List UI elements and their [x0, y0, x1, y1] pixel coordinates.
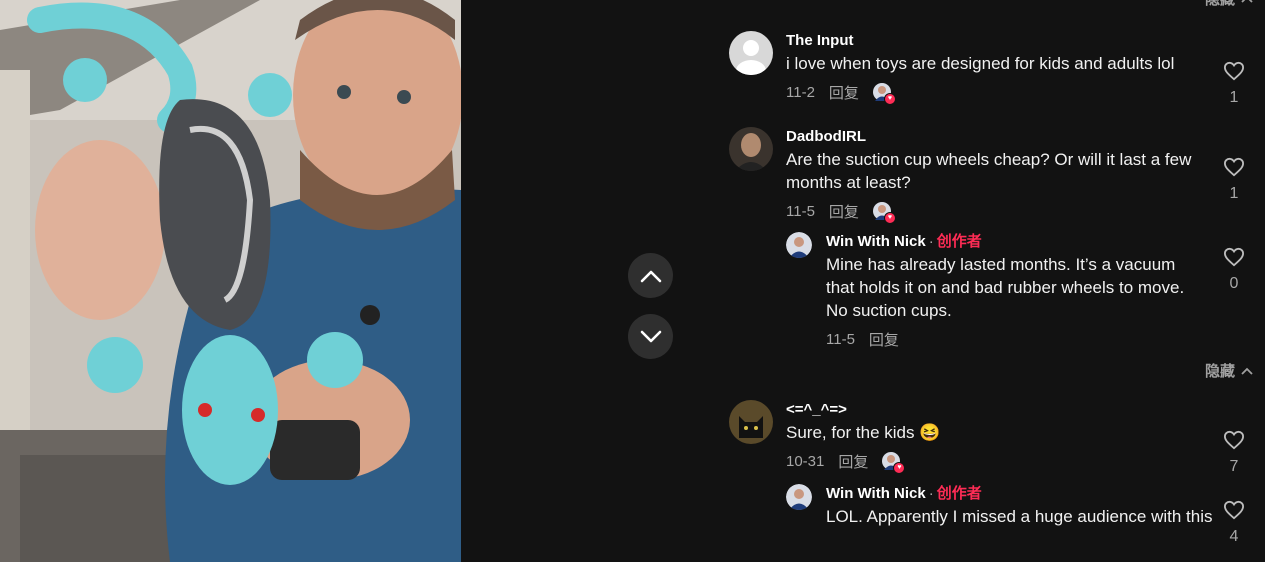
- comment-date: 11-5: [786, 202, 815, 220]
- creator-avatar-icon: [786, 484, 812, 510]
- reply-item: Win With Nick · 创作者 LOL. Apparently I miss…: [786, 484, 1249, 562]
- previous-video-button[interactable]: [628, 253, 673, 298]
- heart-outline-icon: [1223, 157, 1245, 177]
- video-player[interactable]: [0, 0, 461, 562]
- reply-button[interactable]: 回复: [829, 82, 859, 103]
- creator-liked-badge: ♥: [872, 83, 896, 105]
- heart-outline-icon: [1223, 61, 1245, 81]
- comment-username[interactable]: <=^_^=>: [786, 400, 1249, 420]
- reply-username[interactable]: Win With Nick: [826, 485, 926, 502]
- hide-replies-label: 隐藏: [1205, 0, 1235, 9]
- heart-outline-icon: [1223, 500, 1245, 520]
- user-avatar-image: [729, 127, 773, 171]
- heart-outline-icon: [1223, 430, 1245, 450]
- reply-button[interactable]: 回复: [829, 201, 859, 222]
- avatar[interactable]: [786, 232, 812, 258]
- comment-date: 11-2: [786, 83, 815, 101]
- creator-liked-badge: ♥: [882, 452, 906, 474]
- reply-text: Mine has already lasted months. It’s a v…: [826, 255, 1185, 320]
- creator-badge: 创作者: [936, 485, 982, 502]
- chevron-up-icon: [640, 270, 661, 282]
- reply-button[interactable]: 回复: [869, 329, 899, 350]
- like-button[interactable]: 7: [1219, 430, 1249, 476]
- avatar[interactable]: [729, 127, 773, 171]
- reply-username[interactable]: Win With Nick: [826, 233, 926, 250]
- comment-item: <=^_^=> Sure, for the kids 😆 10-31 回复 ♥ …: [729, 400, 1249, 562]
- avatar[interactable]: [729, 31, 773, 75]
- like-button[interactable]: 0: [1219, 247, 1249, 293]
- reply-button[interactable]: 回复: [838, 451, 868, 472]
- heart-icon: ♥: [883, 212, 896, 224]
- creator-avatar-icon: [786, 232, 812, 258]
- chevron-up-icon: [1241, 367, 1253, 375]
- video-frame-image: [0, 0, 461, 562]
- separator: ·: [928, 233, 934, 250]
- comment-item: The Input i love when toys are designed …: [729, 31, 1249, 116]
- like-count: 1: [1229, 89, 1239, 106]
- comment-text: i love when toys are designed for kids a…: [786, 54, 1175, 73]
- creator-liked-badge: ♥: [872, 202, 896, 224]
- heart-icon: ♥: [893, 462, 906, 474]
- separator: ·: [928, 485, 934, 502]
- reply-date: 11-5: [826, 330, 855, 348]
- like-count: 1: [1229, 185, 1239, 202]
- comment-text: Are the suction cup wheels cheap? Or wil…: [786, 150, 1192, 192]
- comments-panel: 隐藏 The Input i love when toys are design…: [695, 0, 1265, 562]
- heart-icon: ♥: [883, 93, 896, 105]
- chevron-up-icon: [1241, 0, 1253, 3]
- like-count: 4: [1229, 528, 1239, 545]
- hide-replies-button[interactable]: 隐藏: [1205, 360, 1253, 381]
- comment-username[interactable]: The Input: [786, 31, 1249, 51]
- hide-replies-label: 隐藏: [1204, 363, 1235, 380]
- like-count: 7: [1229, 458, 1239, 475]
- hide-replies-button-top[interactable]: 隐藏: [1205, 0, 1253, 9]
- comment-text: Sure, for the kids 😆: [786, 423, 941, 442]
- creator-badge: 创作者: [936, 233, 982, 250]
- default-avatar-icon: [729, 31, 773, 75]
- cat-avatar-image: [729, 400, 773, 444]
- like-button[interactable]: 4: [1219, 500, 1249, 546]
- like-count: 0: [1229, 275, 1239, 292]
- avatar[interactable]: [786, 484, 812, 510]
- like-button[interactable]: 1: [1219, 61, 1249, 107]
- next-video-button[interactable]: [628, 314, 673, 359]
- like-button[interactable]: 1: [1219, 157, 1249, 203]
- comment-username[interactable]: DadbodIRL: [786, 127, 1249, 147]
- heart-outline-icon: [1223, 247, 1245, 267]
- reply-text: LOL. Apparently I missed a huge audience…: [826, 507, 1213, 526]
- chevron-down-icon: [640, 330, 661, 342]
- reply-item: Win With Nick · 创作者 Mine has already laste…: [786, 232, 1249, 357]
- comment-item: DadbodIRL Are the suction cup wheels che…: [729, 127, 1249, 357]
- comment-date: 10-31: [786, 452, 825, 470]
- avatar[interactable]: [729, 400, 773, 444]
